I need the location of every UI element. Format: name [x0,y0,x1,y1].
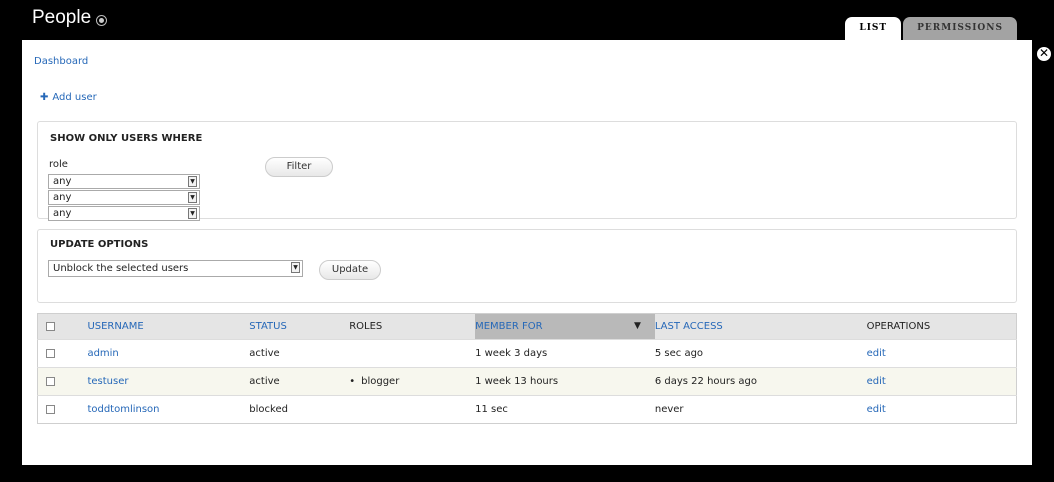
page-title: People [32,7,92,28]
edit-link[interactable]: edit [867,348,886,359]
roles-cell [349,340,475,368]
overlay-header: People LIST PERMISSIONS [0,0,1054,40]
role-label: role [49,159,68,170]
select-arrow-icon: ▼ [188,208,197,219]
status-select-value: any [53,208,72,219]
col-status[interactable]: STATUS [249,314,349,340]
row-checkbox-cell [38,396,88,424]
status-cell: blocked [249,404,288,415]
filter-legend: SHOW ONLY USERS WHERE [50,133,203,144]
status-select[interactable]: any ▼ [48,206,200,221]
role-select-value: any [53,176,72,187]
roles-cell [349,396,475,424]
last-access-cell: 5 sec ago [654,348,704,359]
update-operation-select[interactable]: Unblock the selected users ▼ [48,260,303,277]
col-operations: OPERATIONS [866,321,931,332]
primary-tabs: LIST PERMISSIONS [845,17,1017,40]
select-arrow-icon: ▼ [188,192,197,203]
edit-link[interactable]: edit [867,376,886,387]
select-all-checkbox[interactable] [46,321,55,331]
table-row: toddtomlinson blocked 11 sec never edit [37,395,1017,424]
last-access-cell: 6 days 22 hours ago [654,376,757,387]
col-username[interactable]: USERNAME [87,314,249,340]
add-user-link[interactable]: ✚ Add user [40,92,97,103]
table-row: admin active 1 week 3 days 5 sec ago edi… [37,339,1017,368]
table-row: testuser active blogger 1 week 13 hours … [37,367,1017,396]
username-link[interactable]: testuser [87,376,128,387]
status-cell: active [249,348,280,359]
add-shortcut-icon[interactable] [96,15,107,26]
permission-select-value: any [53,192,72,203]
add-user-label: Add user [52,92,97,103]
tab-permissions[interactable]: PERMISSIONS [903,17,1017,40]
filter-button[interactable]: Filter [265,157,333,177]
status-cell: active [249,376,280,387]
member-for-cell: 11 sec [475,404,508,415]
update-button[interactable]: Update [319,260,381,280]
permission-select[interactable]: any ▼ [48,190,200,205]
member-for-cell: 1 week 3 days [475,348,548,359]
users-table: USERNAME STATUS ROLES MEMBER FOR ▼ LAST A… [37,313,1017,424]
col-roles: ROLES [349,321,383,332]
update-options-fieldset: UPDATE OPTIONS Unblock the selected user… [37,229,1017,303]
select-arrow-icon: ▼ [291,262,300,273]
col-last-access[interactable]: LAST ACCESS [655,314,867,340]
edit-link[interactable]: edit [867,404,886,415]
select-all-cell [38,314,88,340]
row-checkbox[interactable] [46,376,55,386]
role-item: blogger [349,376,399,387]
row-checkbox-cell [38,368,88,396]
close-icon[interactable]: ✕ [1034,44,1054,64]
username-link[interactable]: toddtomlinson [87,404,159,415]
breadcrumb[interactable]: Dashboard [34,56,88,67]
update-operation-value: Unblock the selected users [53,263,189,274]
filter-fieldset: SHOW ONLY USERS WHERE role any ▼ any ▼ a… [37,121,1017,221]
row-checkbox[interactable] [46,404,55,414]
col-member-for-label: MEMBER FOR [475,321,543,332]
select-arrow-icon: ▼ [188,176,197,187]
member-for-cell: 1 week 13 hours [475,376,559,387]
table-header-row: USERNAME STATUS ROLES MEMBER FOR ▼ LAST A… [37,313,1017,340]
update-legend: UPDATE OPTIONS [50,239,149,250]
tab-list[interactable]: LIST [845,17,902,40]
row-checkbox[interactable] [46,348,55,358]
sort-desc-icon: ▼ [633,321,641,331]
username-link[interactable]: admin [87,348,118,359]
col-member-for[interactable]: MEMBER FOR ▼ [475,313,655,340]
last-access-cell: never [654,404,684,415]
roles-cell: blogger [349,368,475,396]
role-select[interactable]: any ▼ [48,174,200,189]
row-checkbox-cell [38,340,88,368]
plus-icon: ✚ [40,92,49,103]
